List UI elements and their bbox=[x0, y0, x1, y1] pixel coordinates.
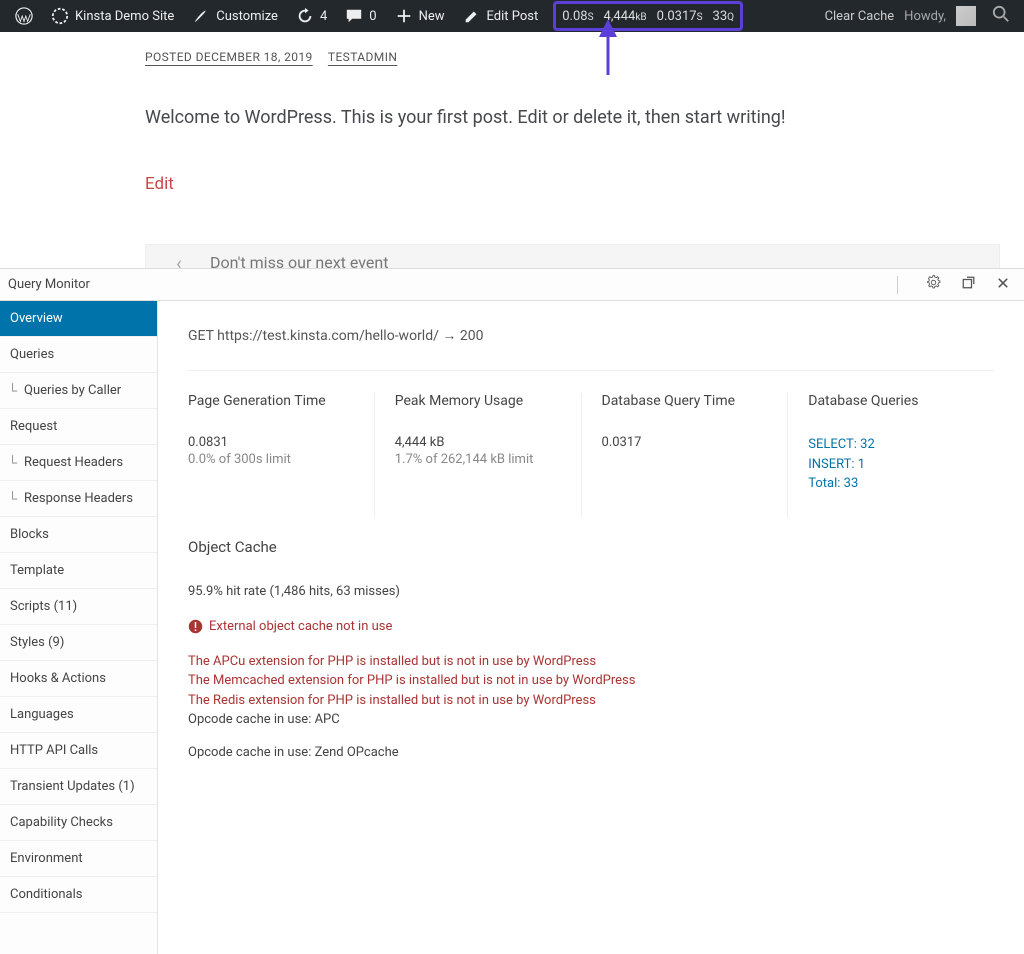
qm-nav-item[interactable]: Capability Checks bbox=[0, 805, 157, 841]
customize-link[interactable]: Customize bbox=[185, 0, 285, 32]
card-peak-memory: Peak Memory Usage 4,444 kB 1.7% of 262,1… bbox=[375, 393, 582, 518]
card-title: Database Query Time bbox=[602, 393, 768, 409]
card-title: Database Queries bbox=[808, 393, 974, 409]
gauge-icon bbox=[51, 7, 69, 25]
pencil-icon bbox=[463, 7, 481, 25]
qm-nav-item[interactable]: Queries bbox=[0, 337, 157, 373]
wordpress-icon bbox=[15, 7, 33, 25]
updates-link[interactable]: 4 bbox=[289, 0, 334, 32]
post-edit-link[interactable]: Edit bbox=[145, 174, 174, 194]
qm-nav-item[interactable]: HTTP API Calls bbox=[0, 733, 157, 769]
card-value: 0.0317 bbox=[602, 435, 768, 450]
warning-label: External object cache not in use bbox=[209, 619, 392, 634]
qm-sidebar: OverviewQueriesQueries by CallerRequestR… bbox=[0, 301, 158, 954]
query-monitor-adminbar[interactable]: 0.08S 4,444kB 0.0317S 33Q bbox=[553, 1, 743, 31]
brush-icon bbox=[192, 7, 210, 25]
qm-nav-item[interactable]: Overview bbox=[0, 301, 157, 337]
qm-memory: 4,444kB bbox=[604, 9, 647, 24]
card-db-time: Database Query Time 0.0317 bbox=[582, 393, 789, 518]
qm-nav-item[interactable]: Template bbox=[0, 553, 157, 589]
card-value: 4,444 kB bbox=[395, 435, 561, 450]
object-cache-notices: The APCu extension for PHP is installed … bbox=[188, 652, 994, 711]
updates-count: 4 bbox=[320, 9, 327, 24]
db-insert-link[interactable]: INSERT: 1 bbox=[808, 455, 974, 475]
object-cache-title: Object Cache bbox=[188, 538, 994, 556]
qm-nav-item[interactable]: Scripts (11) bbox=[0, 589, 157, 625]
comments-link[interactable]: 0 bbox=[338, 0, 383, 32]
card-title: Peak Memory Usage bbox=[395, 393, 561, 409]
qm-overview: GET https://test.kinsta.com/hello-world/… bbox=[158, 301, 1024, 954]
post-meta: POSTED DECEMBER 18, 2019 TESTADMIN bbox=[145, 50, 1000, 65]
plus-icon bbox=[395, 7, 413, 25]
qm-nav-item[interactable]: Queries by Caller bbox=[0, 373, 157, 409]
object-cache-hitrate: 95.9% hit rate (1,486 hits, 63 misses) bbox=[188, 584, 994, 599]
opcode-cache-line: Opcode cache in use: APC bbox=[188, 712, 994, 727]
qm-db-time: 0.0317S bbox=[657, 9, 703, 24]
popout-icon[interactable] bbox=[957, 273, 980, 296]
cache-notice: The Memcached extension for PHP is insta… bbox=[188, 671, 994, 691]
alert-icon bbox=[188, 619, 203, 634]
customize-label: Customize bbox=[216, 9, 278, 24]
post-body: Welcome to WordPress. This is your first… bbox=[145, 107, 1000, 128]
qm-nav-item[interactable]: Conditionals bbox=[0, 877, 157, 913]
wp-admin-bar: Kinsta Demo Site Customize 4 0 New Edit … bbox=[0, 0, 1024, 32]
qm-nav-item[interactable]: Transient Updates (1) bbox=[0, 769, 157, 805]
post-content: POSTED DECEMBER 18, 2019 TESTADMIN Welco… bbox=[0, 32, 1024, 282]
howdy-link[interactable]: Howdy, bbox=[904, 9, 946, 24]
qm-nav-item[interactable]: Languages bbox=[0, 697, 157, 733]
clear-cache-link[interactable]: Clear Cache bbox=[825, 9, 895, 24]
card-value: 0.0831 bbox=[188, 435, 354, 450]
edit-post-link[interactable]: Edit Post bbox=[456, 0, 546, 32]
query-monitor-panel: Query Monitor OverviewQueriesQueries by … bbox=[0, 268, 1024, 954]
qm-request-line: GET https://test.kinsta.com/hello-world/… bbox=[188, 327, 994, 371]
qm-title: Query Monitor bbox=[8, 277, 90, 292]
qm-queries: 33Q bbox=[713, 9, 735, 24]
qm-nav-item[interactable]: Styles (9) bbox=[0, 625, 157, 661]
edit-label: Edit Post bbox=[487, 9, 539, 24]
db-select-link[interactable]: SELECT: 32 bbox=[808, 435, 974, 455]
object-cache-warning: External object cache not in use bbox=[188, 619, 994, 634]
card-title: Page Generation Time bbox=[188, 393, 354, 409]
qm-nav-item[interactable]: Request Headers bbox=[0, 445, 157, 481]
opcode-cache-line: Opcode cache in use: Zend OPcache bbox=[188, 745, 994, 760]
card-sub: 1.7% of 262,144 kB limit bbox=[395, 452, 561, 467]
qm-header: Query Monitor bbox=[0, 269, 1024, 301]
object-cache-section: Object Cache 95.9% hit rate (1,486 hits,… bbox=[188, 538, 994, 761]
cache-notice: The Redis extension for PHP is installed… bbox=[188, 691, 994, 711]
comments-count: 0 bbox=[369, 9, 376, 24]
card-sub: 0.0% of 300s limit bbox=[188, 452, 354, 467]
gear-icon[interactable] bbox=[922, 273, 945, 296]
qm-nav-item[interactable]: Environment bbox=[0, 841, 157, 877]
new-label: New bbox=[419, 9, 445, 24]
comment-icon bbox=[345, 7, 363, 25]
avatar[interactable] bbox=[956, 6, 976, 26]
site-name-label: Kinsta Demo Site bbox=[75, 9, 174, 24]
site-name[interactable]: Kinsta Demo Site bbox=[44, 0, 181, 32]
qm-nav-item[interactable]: Request bbox=[0, 409, 157, 445]
search-icon[interactable] bbox=[986, 5, 1016, 27]
post-date-link[interactable]: POSTED DECEMBER 18, 2019 bbox=[145, 50, 313, 64]
wp-logo[interactable] bbox=[8, 0, 40, 32]
cache-notice: The APCu extension for PHP is installed … bbox=[188, 652, 994, 672]
qm-nav-item[interactable]: Hooks & Actions bbox=[0, 661, 157, 697]
card-page-generation: Page Generation Time 0.0831 0.0% of 300s… bbox=[188, 393, 375, 518]
refresh-icon bbox=[296, 7, 314, 25]
db-total-link[interactable]: Total: 33 bbox=[808, 474, 974, 494]
opcode-cache-list: Opcode cache in use: APC Opcode cache in … bbox=[188, 712, 994, 760]
post-author-link[interactable]: TESTADMIN bbox=[328, 50, 397, 64]
qm-nav-item[interactable]: Blocks bbox=[0, 517, 157, 553]
card-db-queries: Database Queries SELECT: 32 INSERT: 1 To… bbox=[788, 393, 994, 518]
qm-time: 0.08S bbox=[562, 9, 593, 24]
qm-nav-item[interactable]: Response Headers bbox=[0, 481, 157, 517]
close-icon[interactable] bbox=[992, 274, 1014, 296]
new-link[interactable]: New bbox=[388, 0, 452, 32]
